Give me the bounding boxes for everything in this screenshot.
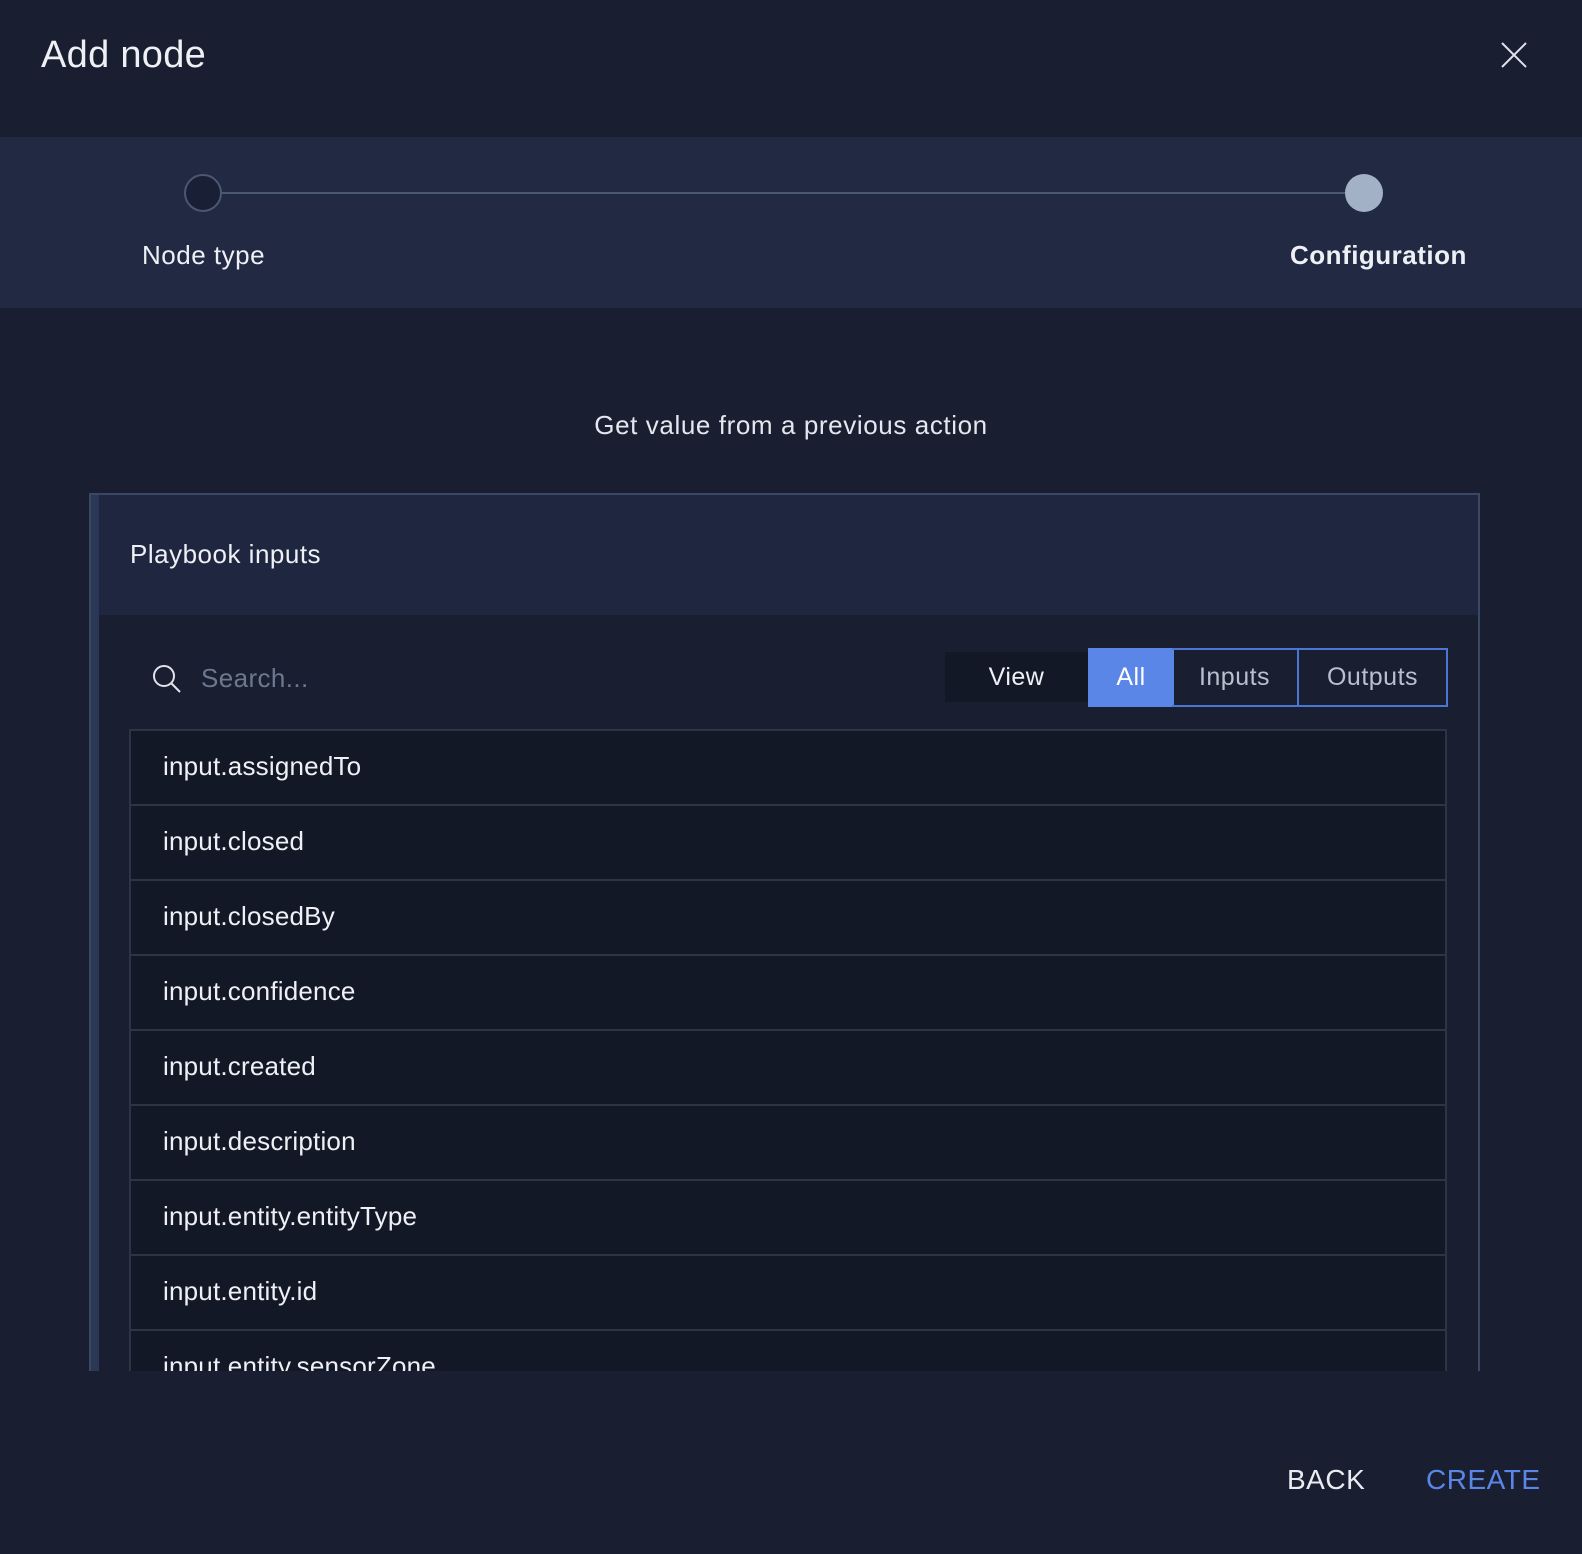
list-item-label: input.description xyxy=(163,1126,356,1156)
list-item-label: input.closedBy xyxy=(163,901,335,931)
panel-title: Playbook inputs xyxy=(130,539,322,569)
list-item[interactable]: input.assignedTo xyxy=(131,731,1445,806)
step-indicator-configuration xyxy=(1345,174,1383,212)
list-item-label: input.entity.sensorZone xyxy=(163,1351,436,1371)
search-input[interactable] xyxy=(199,655,903,701)
stepper: Node type Configuration xyxy=(0,137,1582,308)
back-button[interactable]: BACK xyxy=(1287,1464,1365,1496)
list-item-label: input.entity.entityType xyxy=(163,1201,418,1231)
dialog-header: Add node xyxy=(0,0,1582,137)
view-filter-outputs[interactable]: Outputs xyxy=(1297,648,1448,707)
list-item[interactable]: input.description xyxy=(131,1106,1445,1181)
list-item[interactable]: input.closedBy xyxy=(131,881,1445,956)
list-item[interactable]: input.entity.sensorZone xyxy=(131,1331,1445,1371)
panel-header: Playbook inputs xyxy=(99,495,1478,615)
panel-accent-bar xyxy=(91,495,99,1371)
list-item-label: input.entity.id xyxy=(163,1276,318,1306)
list-item-label: input.assignedTo xyxy=(163,751,362,781)
list-item[interactable]: input.confidence xyxy=(131,956,1445,1031)
dialog-title: Add node xyxy=(41,34,207,76)
close-icon xyxy=(1501,42,1527,68)
playbook-inputs-panel: Playbook inputs View All Inputs Outputs … xyxy=(89,493,1480,1371)
search-icon xyxy=(153,665,181,693)
list-item[interactable]: input.closed xyxy=(131,806,1445,881)
view-filter-inputs[interactable]: Inputs xyxy=(1172,648,1299,707)
section-subtitle: Get value from a previous action xyxy=(594,410,988,440)
search-box xyxy=(141,645,921,711)
step-indicator-node-type[interactable] xyxy=(184,174,222,212)
list-item[interactable]: input.created xyxy=(131,1031,1445,1106)
list-item-label: input.closed xyxy=(163,826,305,856)
create-button[interactable]: CREATE xyxy=(1426,1464,1541,1496)
step-label-configuration: Configuration xyxy=(1290,240,1467,270)
close-button[interactable] xyxy=(1497,38,1531,72)
list-item[interactable]: input.entity.entityType xyxy=(131,1181,1445,1256)
list-item-label: input.confidence xyxy=(163,976,356,1006)
stepper-connector xyxy=(222,192,1346,194)
step-label-node-type[interactable]: Node type xyxy=(142,240,265,271)
list-item-label: input.created xyxy=(163,1051,316,1081)
inputs-list: input.assignedTo input.closed input.clos… xyxy=(129,729,1447,1371)
view-filter-all[interactable]: All xyxy=(1088,648,1174,707)
list-item[interactable]: input.entity.id xyxy=(131,1256,1445,1331)
view-filter-label: View xyxy=(945,652,1088,702)
